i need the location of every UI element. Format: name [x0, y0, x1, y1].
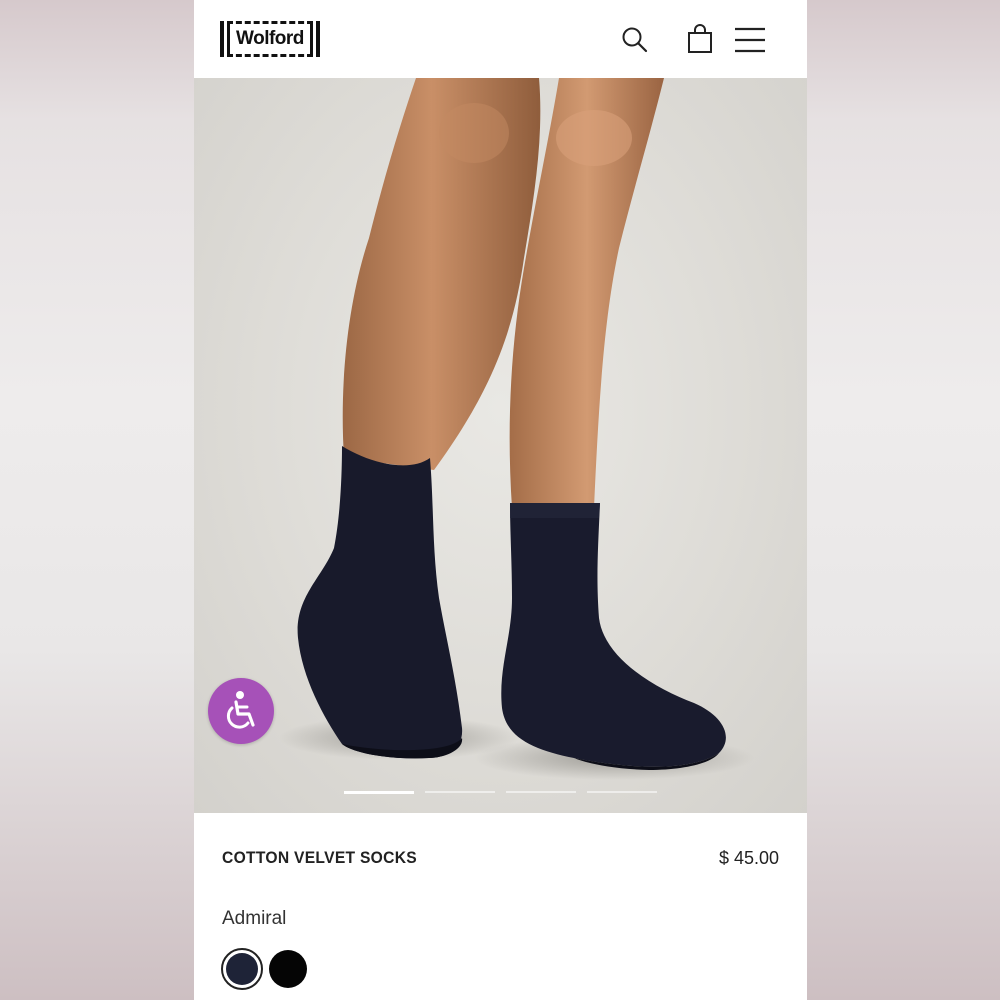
- logo-bar-left: [220, 21, 224, 57]
- shopping-bag-button[interactable]: [683, 22, 717, 56]
- product-photo: [279, 78, 754, 780]
- wolford-logo[interactable]: Wolford: [220, 20, 320, 58]
- wheelchair-icon: [226, 691, 255, 729]
- shopping-bag-icon: [688, 24, 712, 53]
- color-swatches: [221, 948, 307, 990]
- swatch-black-fill: [269, 950, 307, 988]
- hamburger-menu-icon: [735, 27, 765, 53]
- site-header: Wolford: [194, 0, 807, 78]
- product-page: Wolford COTTON VELVET SOCKS $ 45.00 Admi…: [194, 0, 807, 1000]
- carousel-dot-4[interactable]: [587, 791, 657, 793]
- carousel-dot-3[interactable]: [506, 791, 576, 793]
- logo-wordmark: Wolford: [227, 21, 313, 57]
- search-icon: [622, 27, 648, 53]
- menu-button[interactable]: [733, 22, 767, 56]
- product-name: COTTON VELVET SOCKS: [222, 848, 417, 867]
- product-price: $ 45.00: [718, 848, 779, 868]
- swatch-admiral-fill: [226, 953, 258, 985]
- search-button[interactable]: [618, 22, 652, 56]
- product-image-carousel[interactable]: [194, 78, 807, 813]
- logo-bar-right: [315, 21, 320, 57]
- swatch-admiral[interactable]: [221, 948, 263, 990]
- carousel-dot-1[interactable]: [344, 791, 414, 794]
- carousel-dot-2[interactable]: [425, 791, 495, 793]
- carousel-indicators: [344, 791, 657, 794]
- accessibility-button[interactable]: [208, 678, 274, 744]
- selected-color-label: Admiral: [222, 908, 287, 929]
- swatch-black[interactable]: [269, 950, 307, 988]
